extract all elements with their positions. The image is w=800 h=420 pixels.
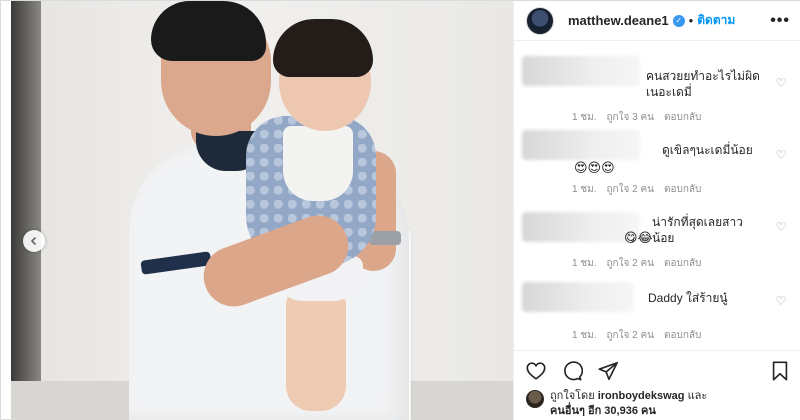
post-header: matthew.deane1 ✓ • ติดตาม ••• <box>514 1 800 41</box>
blurred-commenter <box>522 212 640 242</box>
comment-text-body: ดูเขิลๆนะเดมี่น้อย <box>662 143 753 157</box>
carousel-prev-button[interactable] <box>23 230 45 252</box>
liker-avatar[interactable] <box>526 390 544 408</box>
comment-like-icon[interactable]: ♡ <box>774 148 788 162</box>
photo-left-shadow <box>11 1 41 420</box>
comment-time: 1 ชม. <box>572 330 597 341</box>
chevron-left-icon <box>30 236 37 246</box>
comment-text: ดูเขิลๆนะเดมี่น้อย <box>662 142 786 158</box>
comment-like-icon[interactable]: ♡ <box>774 220 788 234</box>
post-side-panel: matthew.deane1 ✓ • ติดตาม ••• คนสวยยทำอะ… <box>513 1 800 420</box>
likes-text: ถูกใจโดย ironboydekswag และ คนอื่นๆ อีก … <box>550 389 707 419</box>
likes-conjunction: และ <box>687 390 708 402</box>
like-button[interactable] <box>524 359 548 383</box>
comment-icon <box>564 360 583 381</box>
likes-summary: ถูกใจโดย ironboydekswag และ คนอื่นๆ อีก … <box>526 389 796 419</box>
blurred-commenter <box>522 130 640 160</box>
comment-text: คนสวยยทำอะไรไม่ผิดเนอะเดมี่ <box>646 69 760 99</box>
share-button[interactable] <box>596 359 620 383</box>
heart-icon <box>526 361 546 380</box>
liker-username[interactable]: ironboydekswag <box>598 390 685 402</box>
comment-likes[interactable]: ถูกใจ 2 คน <box>607 328 655 343</box>
post-photo[interactable] <box>11 1 513 420</box>
photo-watch <box>369 231 401 245</box>
more-options-button[interactable]: ••• <box>770 12 790 30</box>
post-window: matthew.deane1 ✓ • ติดตาม ••• คนสวยยทำอะ… <box>0 0 800 420</box>
blurred-commenter <box>522 282 634 312</box>
verified-badge-icon: ✓ <box>672 14 685 27</box>
comment-emoji: 😋😂 <box>624 230 653 245</box>
comment-like-icon[interactable]: ♡ <box>774 294 788 308</box>
comment-like-icon[interactable]: ♡ <box>774 76 788 90</box>
comment-meta: 1 ชม. ถูกใจ 2 คน ตอบกลับ <box>572 328 701 343</box>
blurred-commenter <box>522 56 640 86</box>
photo-man-hair <box>151 1 266 61</box>
bookmark-icon <box>772 360 788 381</box>
comment-text: น่ารักที่สุดเลยสาวน้อย <box>652 215 743 245</box>
share-icon <box>598 361 618 380</box>
list-item: น่ารักที่สุดเลยสาวน้อย 😋😂 ♡ 1 ชม. ถูกใจ … <box>522 186 788 269</box>
photo-baby-bib <box>283 126 353 201</box>
list-item: คนสวยยทำอะไรไม่ผิดเนอะเดมี่ ♡ 1 ชม. ถูกใ… <box>522 42 788 123</box>
reply-button[interactable]: ตอบกลับ <box>664 328 701 343</box>
photo-baby-hair <box>273 19 373 77</box>
list-item: ดูเขิลๆนะเดมี่น้อย 😍😍😍 ♡ 1 ชม. ถูกใจ 2 ค… <box>522 114 788 195</box>
comment-text: Daddy ใส่ร้ายนู๋ <box>648 291 728 305</box>
comment-button[interactable] <box>560 359 584 383</box>
save-button[interactable] <box>768 359 792 383</box>
likes-others-link[interactable]: คนอื่นๆ อีก 30,936 คน <box>550 405 656 417</box>
list-item: Daddy ใส่ร้ายนู๋ ♡ 1 ชม. ถูกใจ 2 คน ตอบก… <box>522 258 788 341</box>
likes-prefix: ถูกใจโดย <box>550 390 595 402</box>
header-separator: • <box>688 13 694 28</box>
username-link[interactable]: matthew.deane1 <box>568 13 669 28</box>
post-actions <box>514 350 800 390</box>
avatar[interactable] <box>526 6 554 35</box>
comments-list[interactable]: คนสวยยทำอะไรไม่ผิดเนอะเดมี่ ♡ 1 ชม. ถูกใ… <box>514 42 800 350</box>
follow-button[interactable]: ติดตาม <box>697 11 735 30</box>
comment-emoji: 😍😍😍 <box>574 160 615 175</box>
